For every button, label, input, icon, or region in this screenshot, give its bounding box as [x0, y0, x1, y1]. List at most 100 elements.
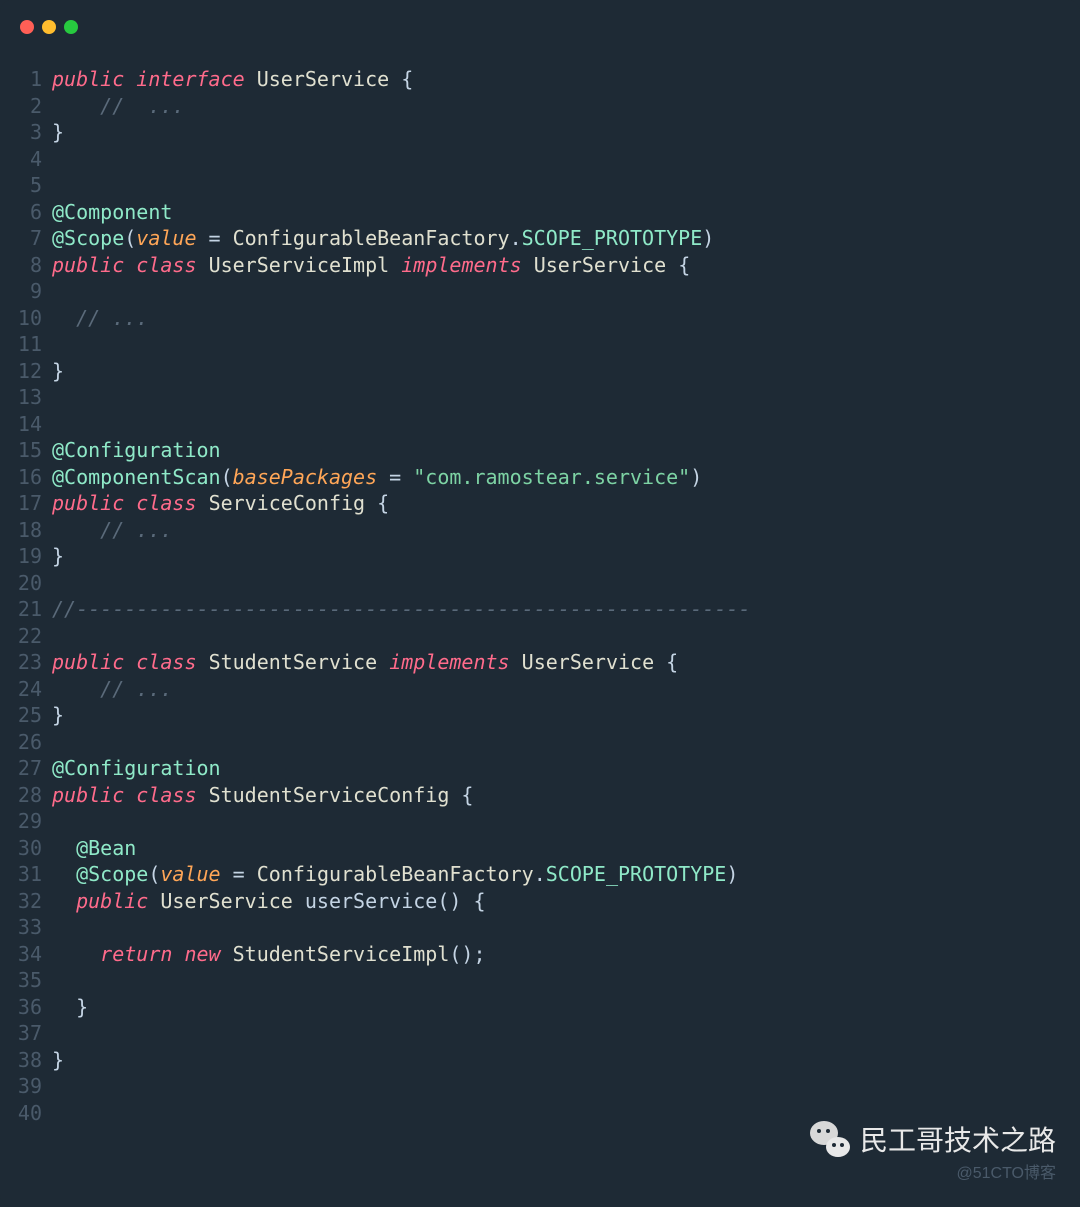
line-code: }	[52, 994, 88, 1021]
code-line: 35	[0, 967, 1080, 994]
code-line: 19}	[0, 543, 1080, 570]
line-code: public class StudentServiceConfig {	[52, 782, 473, 809]
line-number: 23	[0, 649, 52, 676]
line-number: 15	[0, 437, 52, 464]
line-number: 26	[0, 729, 52, 756]
line-number: 35	[0, 967, 52, 994]
line-number: 11	[0, 331, 52, 358]
line-code: @Configuration	[52, 437, 221, 464]
line-code: }	[52, 702, 64, 729]
code-line: 11	[0, 331, 1080, 358]
code-line: 39	[0, 1073, 1080, 1100]
line-number: 36	[0, 994, 52, 1021]
line-number: 13	[0, 384, 52, 411]
line-number: 12	[0, 358, 52, 385]
code-line: 2 // ...	[0, 93, 1080, 120]
line-number: 24	[0, 676, 52, 703]
line-number: 2	[0, 93, 52, 120]
code-line: 33	[0, 914, 1080, 941]
code-line: 27@Configuration	[0, 755, 1080, 782]
code-line: 14	[0, 411, 1080, 438]
code-line: 6@Component	[0, 199, 1080, 226]
code-line: 18 // ...	[0, 517, 1080, 544]
line-code: // ...	[52, 93, 184, 120]
line-code: // ...	[52, 305, 148, 332]
code-area: 1public interface UserService {2 // ...3…	[0, 34, 1080, 1126]
line-number: 27	[0, 755, 52, 782]
line-number: 25	[0, 702, 52, 729]
code-line: 31 @Scope(value = ConfigurableBeanFactor…	[0, 861, 1080, 888]
line-number: 39	[0, 1073, 52, 1100]
line-number: 8	[0, 252, 52, 279]
line-code: @Scope(value = ConfigurableBeanFactory.S…	[52, 225, 714, 252]
minimize-dot[interactable]	[42, 20, 56, 34]
line-code: }	[52, 119, 64, 146]
code-line: 22	[0, 623, 1080, 650]
watermark-text: 民工哥技术之路	[860, 1119, 1056, 1159]
line-number: 18	[0, 517, 52, 544]
line-code: public class ServiceConfig {	[52, 490, 389, 517]
code-line: 12}	[0, 358, 1080, 385]
line-number: 34	[0, 941, 52, 968]
line-code: }	[52, 543, 64, 570]
line-code: }	[52, 1047, 64, 1074]
line-code: @Component	[52, 199, 172, 226]
code-line: 38}	[0, 1047, 1080, 1074]
line-number: 22	[0, 623, 52, 650]
code-line: 10 // ...	[0, 305, 1080, 332]
line-number: 17	[0, 490, 52, 517]
code-line: 1public interface UserService {	[0, 66, 1080, 93]
line-number: 28	[0, 782, 52, 809]
maximize-dot[interactable]	[64, 20, 78, 34]
line-number: 30	[0, 835, 52, 862]
code-line: 21//------------------------------------…	[0, 596, 1080, 623]
line-number: 38	[0, 1047, 52, 1074]
wechat-icon	[810, 1121, 850, 1157]
line-code: //--------------------------------------…	[52, 596, 750, 623]
line-number: 29	[0, 808, 52, 835]
code-line: 29	[0, 808, 1080, 835]
code-line: 28public class StudentServiceConfig {	[0, 782, 1080, 809]
code-line: 15@Configuration	[0, 437, 1080, 464]
code-line: 32 public UserService userService() {	[0, 888, 1080, 915]
code-line: 36 }	[0, 994, 1080, 1021]
code-line: 3}	[0, 119, 1080, 146]
line-number: 19	[0, 543, 52, 570]
line-number: 20	[0, 570, 52, 597]
close-dot[interactable]	[20, 20, 34, 34]
line-number: 33	[0, 914, 52, 941]
line-number: 1	[0, 66, 52, 93]
watermark: 民工哥技术之路	[810, 1119, 1056, 1159]
line-number: 6	[0, 199, 52, 226]
code-line: 7@Scope(value = ConfigurableBeanFactory.…	[0, 225, 1080, 252]
code-line: 37	[0, 1020, 1080, 1047]
line-code: public interface UserService {	[52, 66, 413, 93]
line-number: 7	[0, 225, 52, 252]
line-code: public class StudentService implements U…	[52, 649, 678, 676]
line-code: @Configuration	[52, 755, 221, 782]
line-code: @Scope(value = ConfigurableBeanFactory.S…	[52, 861, 738, 888]
line-number: 9	[0, 278, 52, 305]
code-line: 20	[0, 570, 1080, 597]
code-line: 8public class UserServiceImpl implements…	[0, 252, 1080, 279]
code-line: 23public class StudentService implements…	[0, 649, 1080, 676]
line-code: }	[52, 358, 64, 385]
code-line: 26	[0, 729, 1080, 756]
code-line: 34 return new StudentServiceImpl();	[0, 941, 1080, 968]
code-line: 25}	[0, 702, 1080, 729]
line-code: // ...	[52, 676, 172, 703]
code-line: 13	[0, 384, 1080, 411]
line-number: 16	[0, 464, 52, 491]
line-code: return new StudentServiceImpl();	[52, 941, 486, 968]
code-line: 4	[0, 146, 1080, 173]
line-number: 5	[0, 172, 52, 199]
code-line: 24 // ...	[0, 676, 1080, 703]
window-titlebar	[0, 0, 1080, 34]
code-line: 5	[0, 172, 1080, 199]
line-number: 21	[0, 596, 52, 623]
line-number: 4	[0, 146, 52, 173]
line-number: 14	[0, 411, 52, 438]
code-line: 30 @Bean	[0, 835, 1080, 862]
line-number: 37	[0, 1020, 52, 1047]
code-line: 9	[0, 278, 1080, 305]
